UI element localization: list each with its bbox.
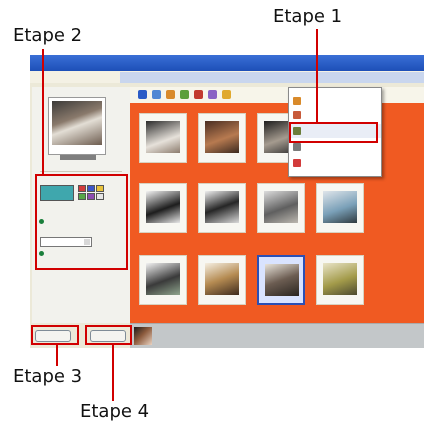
divider	[40, 171, 122, 172]
filmstrip-thumbnail[interactable]	[134, 327, 152, 345]
photo	[205, 263, 239, 295]
photo-icon	[293, 111, 301, 119]
leader-line-2	[42, 49, 44, 175]
photo	[265, 264, 299, 296]
photo-thumbnail-selected[interactable]	[257, 255, 305, 305]
photo	[146, 263, 180, 295]
leader-line-1	[316, 29, 318, 123]
share-icon[interactable]	[208, 90, 217, 99]
edit-icon[interactable]	[166, 90, 175, 99]
window-title-bar	[30, 55, 424, 71]
callout-etape-2: Etape 2	[13, 25, 83, 46]
photo	[146, 191, 180, 223]
delete-icon[interactable]	[194, 90, 203, 99]
photo-thumbnail[interactable]	[139, 255, 187, 305]
web-icon	[293, 159, 301, 167]
photo-thumbnail[interactable]	[257, 183, 305, 233]
menu-item-2[interactable]	[289, 108, 381, 122]
album-icon	[293, 97, 301, 105]
rotate-icon[interactable]	[180, 90, 189, 99]
monitor-preview	[48, 97, 106, 155]
photo	[146, 121, 180, 153]
forward-icon[interactable]	[152, 90, 161, 99]
photo	[205, 191, 239, 223]
photo	[205, 121, 239, 153]
photo-thumbnail[interactable]	[198, 255, 246, 305]
photo	[323, 263, 357, 295]
filmstrip	[130, 323, 424, 348]
highlight-etape-2	[35, 174, 128, 270]
preview-photo	[52, 101, 102, 145]
callout-etape-3: Etape 3	[13, 366, 83, 387]
leader-line-4	[112, 344, 114, 401]
highlight-etape-4	[85, 325, 132, 345]
menu-item-5[interactable]	[289, 156, 381, 170]
zoom-icon[interactable]	[222, 90, 231, 99]
photo-thumbnail[interactable]	[198, 113, 246, 163]
callout-etape-1: Etape 1	[273, 6, 343, 27]
leader-line-3	[56, 344, 58, 366]
photo-thumbnail[interactable]	[139, 183, 187, 233]
print-icon	[293, 143, 301, 151]
monitor-stand-icon	[60, 155, 96, 160]
highlight-etape-3	[31, 325, 79, 345]
highlight-etape-1	[289, 122, 378, 143]
photo-thumbnail[interactable]	[139, 113, 187, 163]
photo-thumbnail[interactable]	[198, 183, 246, 233]
photo-thumbnail[interactable]	[316, 183, 364, 233]
photo	[264, 191, 298, 223]
photo-thumbnail[interactable]	[316, 255, 364, 305]
view-tabs	[120, 72, 424, 83]
callout-etape-4: Etape 4	[80, 401, 150, 422]
photo	[323, 191, 357, 223]
back-icon[interactable]	[138, 90, 147, 99]
menu-item-1[interactable]	[289, 94, 381, 108]
